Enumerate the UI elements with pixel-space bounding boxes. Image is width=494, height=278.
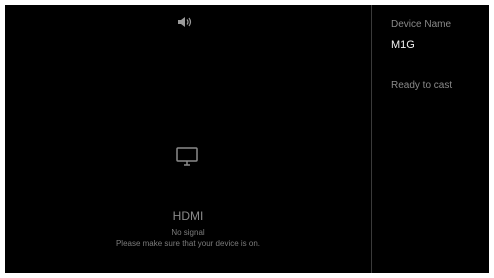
panel-divider <box>371 5 372 273</box>
source-title: HDMI <box>172 209 204 223</box>
device-name-value: M1G <box>391 39 415 51</box>
cast-status: Ready to cast <box>391 80 453 91</box>
signal-status: No signal <box>171 228 205 237</box>
signal-hint: Please make sure that your device is on. <box>115 239 261 248</box>
volume-icon <box>177 15 193 27</box>
tv-screen: HDMI No signal Please make sure that you… <box>5 5 489 273</box>
device-name-label: Device Name <box>391 19 452 30</box>
monitor-icon <box>175 145 199 169</box>
